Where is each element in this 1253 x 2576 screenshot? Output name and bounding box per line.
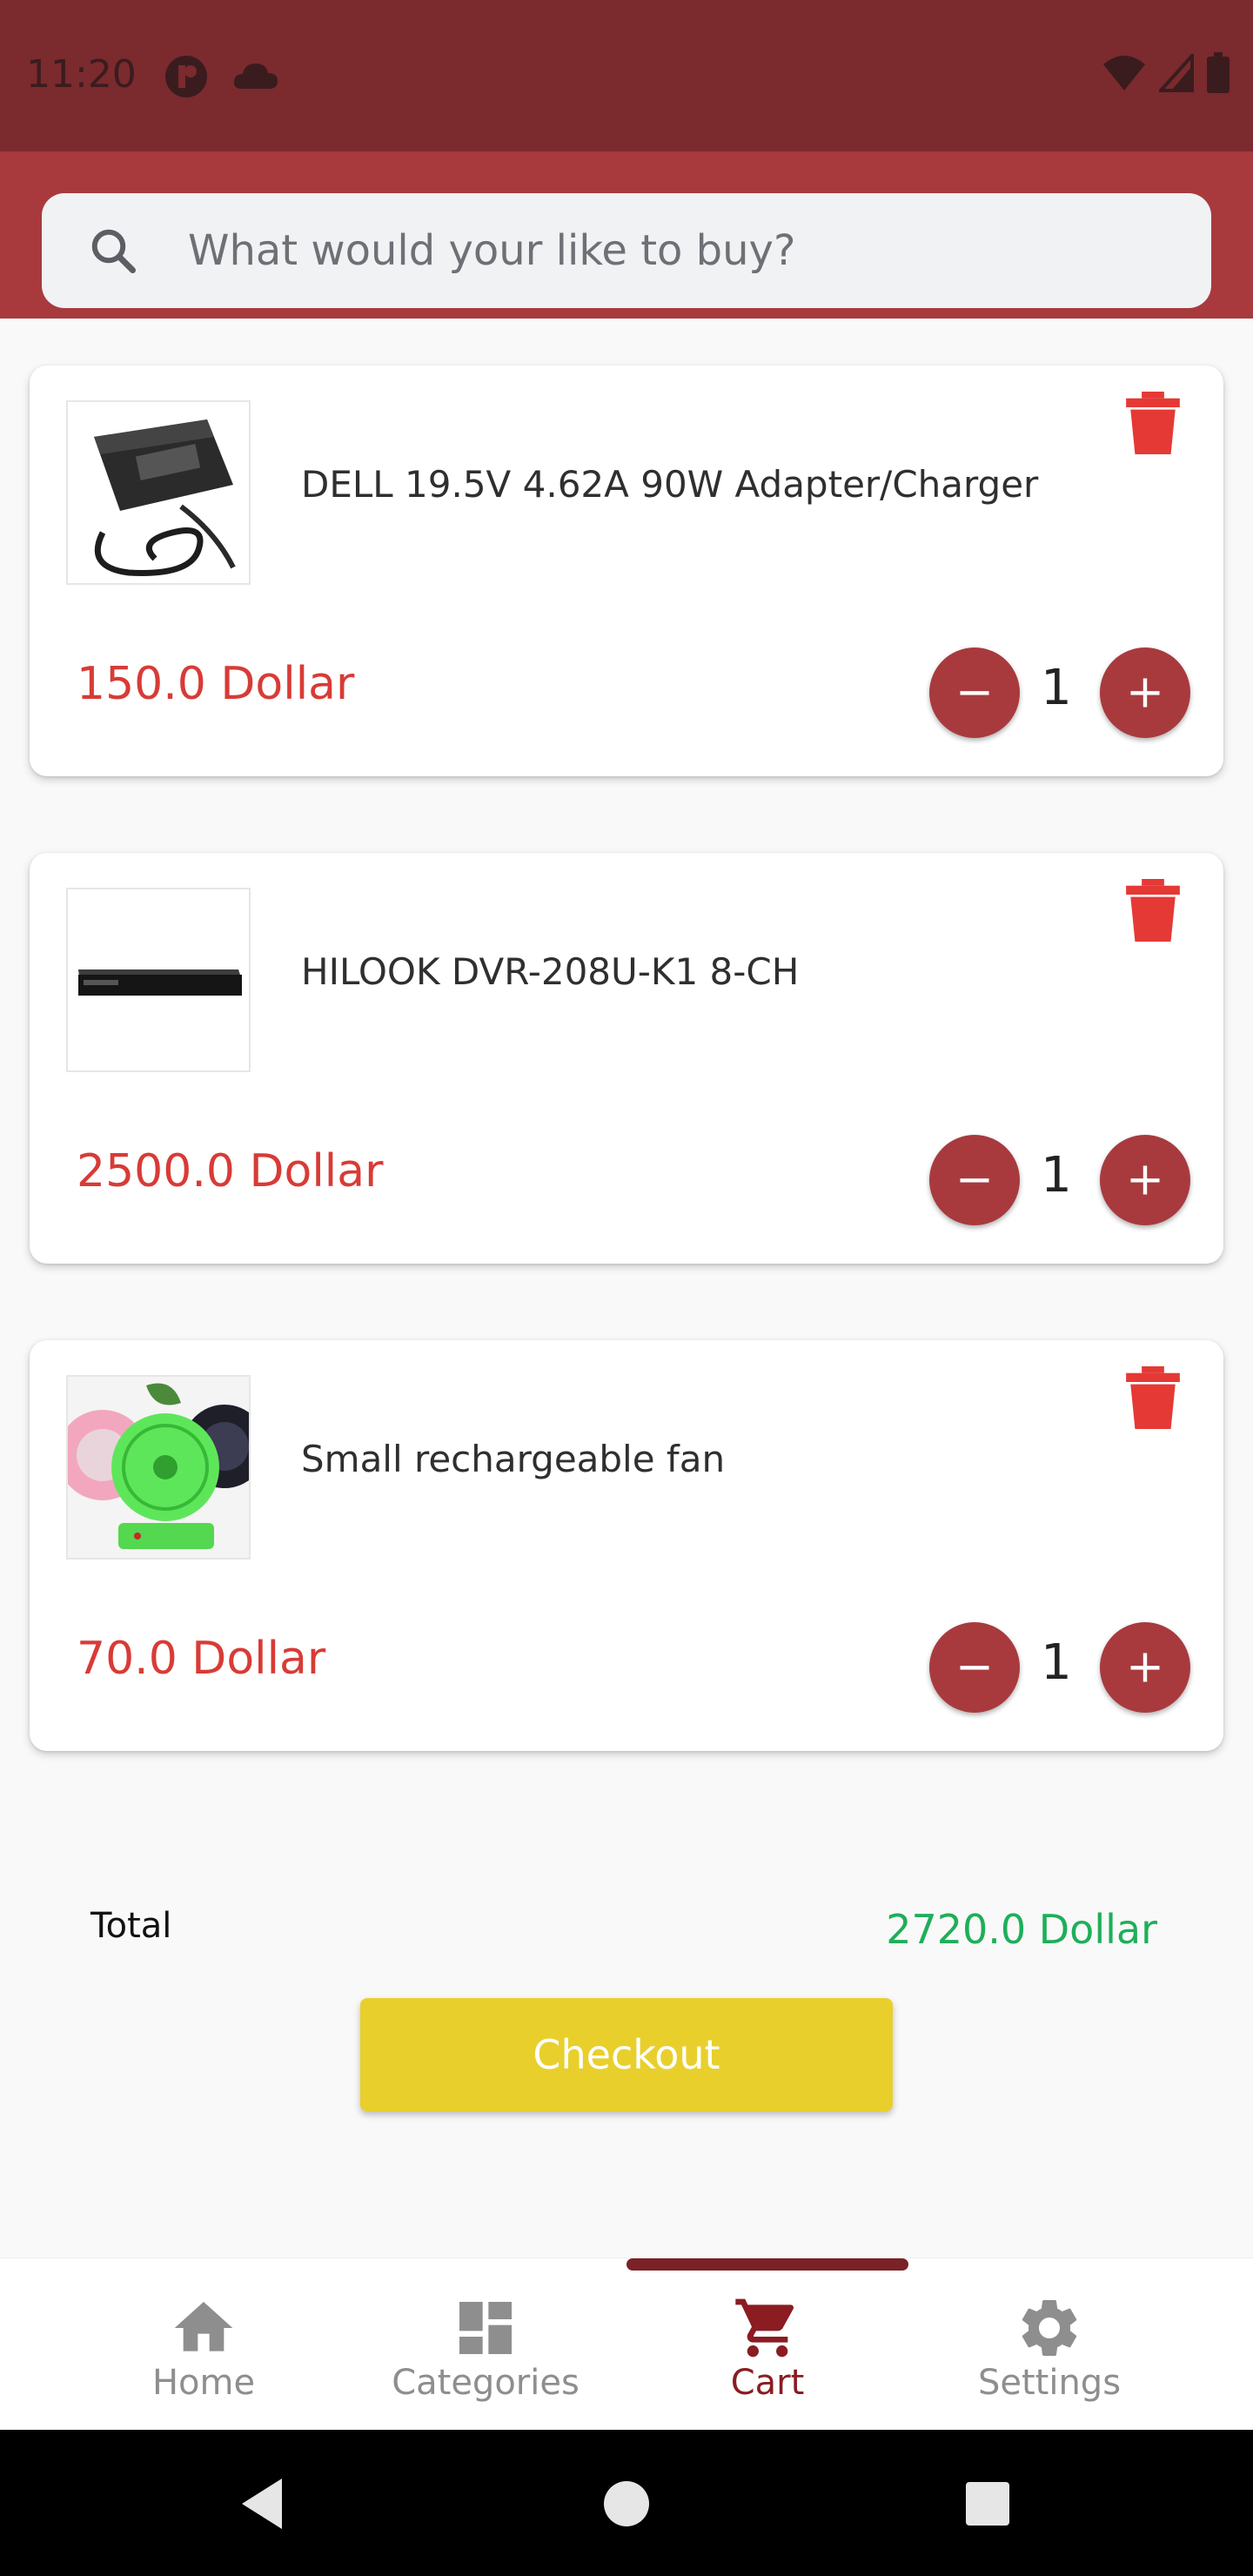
nav-label-home: Home [151,2363,256,2403]
quantity-value: 1 [1041,1147,1072,1204]
plus-icon [1130,1653,1160,1682]
bottom-navigation: Home Categories Cart Settings [0,2257,1253,2430]
increase-quantity-button[interactable] [1100,647,1190,738]
delete-icon[interactable] [1126,1366,1180,1429]
fan-image [66,1375,251,1560]
app-bar: What would your like to buy? [0,151,1253,319]
decrease-quantity-button[interactable] [929,647,1020,738]
status-icons [1102,52,1230,94]
checkout-button[interactable]: Checkout [360,1998,893,2111]
product-price: 2500.0 Dollar [77,1145,384,1197]
home-icon [174,2302,233,2351]
signal-icon [1159,54,1194,92]
product-price: 70.0 Dollar [77,1633,326,1685]
nav-label-cart: Cart [730,2363,805,2403]
status-bar: 11:20 [0,0,1253,151]
cart-item-card: DELL 19.5V 4.62A 90W Adapter/Charger 150… [30,366,1223,776]
delete-icon[interactable] [1126,392,1180,454]
minus-icon [960,1178,989,1183]
plus-icon [1130,678,1160,708]
laptop-charger-image [66,400,251,585]
cart-item-card: HILOOK DVR-208U-K1 8-CH 2500.0 Dollar 1 [30,853,1223,1264]
quantity-value: 1 [1041,660,1072,716]
cart-icon [735,2298,794,2358]
search-placeholder: What would your like to buy? [188,226,796,275]
delete-icon[interactable] [1126,879,1180,942]
app-notification-icon [165,56,207,97]
nav-item-categories[interactable]: Categories [345,2293,626,2403]
increase-quantity-button[interactable] [1100,1622,1190,1713]
product-name: DELL 19.5V 4.62A 90W Adapter/Charger [301,463,1039,506]
nav-label-settings: Settings [977,2363,1122,2403]
total-label: Total [90,1906,172,1946]
decrease-quantity-button[interactable] [929,1622,1020,1713]
product-name: Small rechargeable fan [301,1438,726,1480]
decrease-quantity-button[interactable] [929,1135,1020,1225]
system-navigation-bar [0,2430,1253,2576]
product-price: 150.0 Dollar [77,658,355,710]
minus-icon [960,1666,989,1670]
plus-icon [1130,1165,1160,1195]
minus-icon [960,691,989,695]
nav-item-settings[interactable]: Settings [908,2293,1190,2403]
cloud-icon [233,64,278,89]
home-circle-icon[interactable] [596,2473,657,2534]
nav-item-home[interactable]: Home [63,2293,345,2403]
status-time: 11:20 [26,52,137,97]
increase-quantity-button[interactable] [1100,1135,1190,1225]
search-icon [91,229,136,273]
battery-icon [1207,52,1230,93]
gear-icon [1022,2300,1077,2356]
dashboard-icon [459,2302,512,2354]
recents-icon[interactable] [957,2473,1018,2534]
nav-item-cart[interactable]: Cart [626,2293,908,2403]
back-icon[interactable] [235,2473,296,2534]
active-tab-indicator [626,2258,908,2271]
total-value: 2720.0 Dollar [886,1906,1157,1953]
product-name: HILOOK DVR-208U-K1 8-CH [301,950,800,993]
dvr-recorder-image [66,888,251,1072]
cart-item-card: Small rechargeable fan 70.0 Dollar 1 [30,1340,1223,1751]
quantity-value: 1 [1041,1634,1072,1691]
search-input[interactable]: What would your like to buy? [42,193,1211,308]
nav-label-categories: Categories [392,2363,580,2403]
wifi-icon [1103,56,1145,91]
